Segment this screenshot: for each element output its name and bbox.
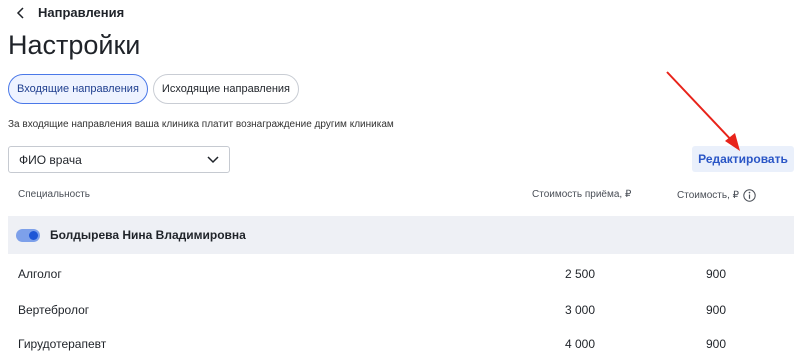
column-header-specialty: Специальность [18,189,90,200]
visit-cost-cell: 2 500 [565,267,596,281]
specialty-cell: Гирудотерапевт [18,337,107,351]
description-text: За входящие направления ваша клиника пла… [8,119,394,130]
doctor-toggle[interactable] [16,228,40,242]
doctor-select[interactable]: ФИО врача [8,146,230,173]
edit-button[interactable]: Редактировать [692,146,794,172]
tab-incoming[interactable]: Входящие направления [8,74,148,104]
tab-outgoing[interactable]: Исходящие направления [152,74,299,104]
column-header-cost-label: Стоимость, ₽ [677,190,739,201]
arrow-line [666,71,736,145]
back-link[interactable]: Направления [14,5,124,20]
chevron-left-icon [16,6,24,19]
doctor-name: Болдырева Нина Владимировна [50,228,246,242]
referral-tabs: Входящие направления Исходящие направлен… [8,74,299,104]
doctor-row: Болдырева Нина Владимировна [8,216,794,254]
chevron-down-icon [207,155,219,163]
column-header-cost: Стоимость, ₽ [677,189,756,202]
back-link-label: Направления [38,5,125,20]
cost-cell: 900 [706,337,727,351]
visit-cost-cell: 4 000 [565,337,596,351]
doctor-select-placeholder: ФИО врача [19,152,82,167]
column-header-visit-cost: Стоимость приёма, ₽ [532,189,632,200]
table-row: Алголог 2 500 900 [0,267,800,287]
table-row: Вертебролог 3 000 900 [0,303,800,323]
info-icon[interactable] [743,189,756,202]
table-row: Гирудотерапевт 4 000 900 [0,337,800,357]
specialty-cell: Вертебролог [18,303,90,317]
page-title: Настройки [8,30,141,60]
cost-cell: 900 [706,303,727,317]
toggle-knob [29,230,38,240]
specialty-cell: Алголог [18,267,62,281]
visit-cost-cell: 3 000 [565,303,596,317]
cost-cell: 900 [706,267,727,281]
